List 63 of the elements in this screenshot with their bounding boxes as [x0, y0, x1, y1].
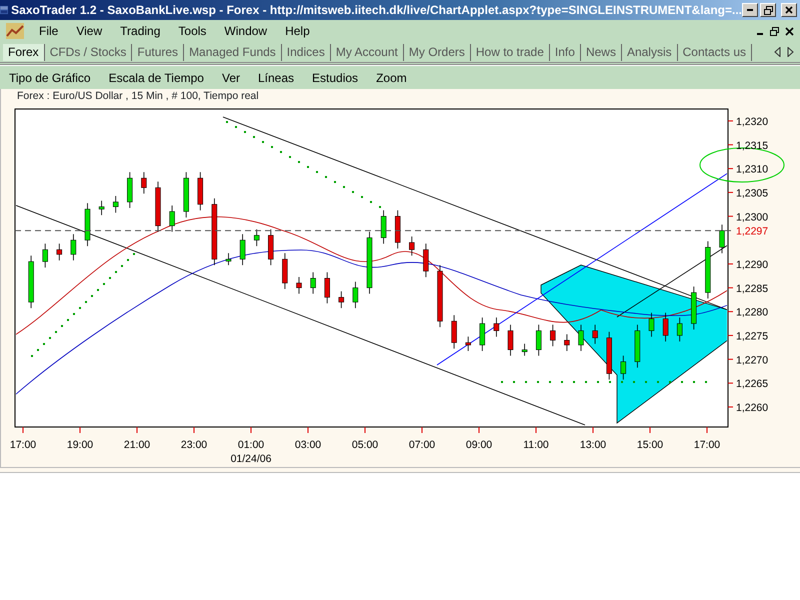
date-label: 01/24/06 — [230, 453, 272, 465]
axis-label: 1,2275 — [736, 330, 768, 342]
chart-menu-item[interactable]: Zoom — [367, 68, 416, 86]
minimize-icon — [747, 9, 753, 11]
restore-button[interactable] — [760, 3, 776, 17]
axis-label: 1,2320 — [736, 116, 768, 128]
axis-label: 1,2280 — [736, 306, 768, 319]
scroll-left-icon[interactable] — [774, 47, 781, 57]
tab[interactable]: How to trade — [470, 44, 550, 60]
tab[interactable]: My Account — [330, 44, 404, 60]
chart-menu-item[interactable]: Tipo de Gráfico — [0, 68, 100, 86]
axis-label: 1,2305 — [736, 187, 768, 200]
close-button[interactable] — [781, 3, 797, 17]
menu-item[interactable]: Trading — [111, 22, 170, 40]
scroll-right-icon[interactable] — [787, 47, 794, 57]
axis-label: 1,2310 — [736, 164, 768, 176]
tab[interactable]: Indices — [282, 44, 331, 60]
axis-label: 1,2265 — [736, 378, 768, 390]
axis-label: 21:00 — [124, 439, 150, 451]
axis-label: 13:00 — [580, 439, 606, 451]
tab[interactable]: News — [580, 44, 622, 60]
axis-label: 11:00 — [523, 439, 549, 451]
tab[interactable]: Futures — [132, 44, 184, 60]
tab[interactable]: Forex — [3, 44, 45, 60]
current-price-label: 1,2297 — [736, 226, 768, 238]
chart-menu-item[interactable]: Escala de Tiempo — [100, 68, 213, 86]
chart-caption: Forex : Euro/US Dollar , 15 Min , # 100, Tiempo real — [17, 89, 259, 104]
restore-icon — [764, 6, 772, 14]
minimize-button[interactable] — [742, 3, 758, 17]
axis-label: 1,2260 — [736, 402, 768, 414]
chart-menu-item[interactable]: Estudios — [303, 68, 368, 86]
axis-label: 03:00 — [294, 439, 322, 451]
restore-icon[interactable] — [770, 26, 779, 36]
tab[interactable]: My Orders — [404, 44, 471, 60]
axis-label: 1,2270 — [736, 354, 768, 366]
close-icon[interactable] — [785, 26, 794, 36]
tab[interactable]: Managed Funds — [184, 44, 282, 60]
axis-label: 1,2290 — [736, 258, 768, 271]
menu-item[interactable]: Tools — [169, 22, 216, 40]
axis-label: 1,2285 — [736, 282, 768, 295]
tab[interactable]: Contacts us — [678, 44, 752, 60]
menu-item[interactable]: Help — [276, 22, 319, 40]
chart-menu-item[interactable]: Líneas — [249, 68, 304, 86]
axis-label: 19:00 — [66, 439, 94, 451]
axis-label: 1,2300 — [736, 211, 768, 224]
close-icon — [785, 6, 793, 14]
axis-label: 17:00 — [694, 439, 720, 451]
axis-label: 01:00 — [238, 439, 264, 451]
menu-item[interactable]: Window — [215, 22, 276, 40]
axis-label: 17:00 — [10, 439, 36, 451]
menu-item[interactable]: View — [67, 22, 112, 40]
menu-item[interactable]: File — [30, 22, 68, 40]
tab[interactable]: Info — [550, 44, 581, 60]
axis-label: 05:00 — [352, 439, 378, 451]
axis-label: 23:00 — [180, 439, 208, 451]
tab[interactable]: Analysis — [622, 44, 678, 60]
axis-label: 09:00 — [466, 439, 492, 451]
chart-app-icon — [6, 23, 24, 39]
axis-label: 07:00 — [408, 439, 436, 451]
window-title: SaxoTrader 1.2 - SaxoBankLive.wsp - Forex - http://mitsweb.iitech.dk/live/ChartApplet.aspx?type=SINGLEINSTRUMENT&lang=... — [11, 2, 742, 19]
axis-label: 15:00 — [636, 439, 664, 451]
tab[interactable]: CFDs / Stocks — [44, 44, 132, 60]
chart-menu-item[interactable]: Ver — [212, 68, 249, 86]
